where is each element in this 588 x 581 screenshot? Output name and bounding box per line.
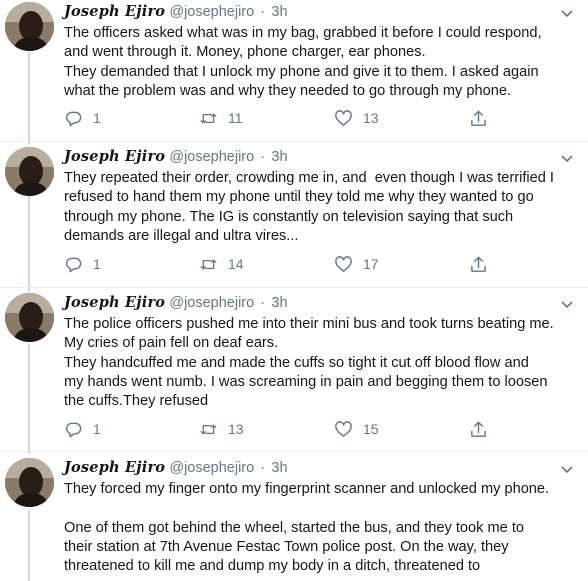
- retweet-count: 14: [228, 256, 244, 272]
- profile-photo: [5, 2, 54, 51]
- reply-icon: [65, 422, 82, 437]
- like-count: 17: [363, 256, 379, 272]
- reply-count: 1: [93, 110, 101, 126]
- tweet-header: Joseph Ejiro @josephejiro · 3h: [64, 293, 288, 313]
- retweet-button[interactable]: 11: [199, 108, 243, 128]
- user-handle[interactable]: @josephejiro: [169, 295, 254, 311]
- retweet-count: 13: [228, 421, 244, 437]
- like-count: 13: [363, 110, 379, 126]
- retweet-count: 11: [228, 110, 243, 126]
- tweet-text-content: The police officers pushed me into their…: [64, 316, 554, 410]
- timestamp[interactable]: 3h: [271, 295, 287, 311]
- share-button[interactable]: [469, 254, 488, 274]
- reply-button[interactable]: 1: [64, 254, 101, 274]
- retweet-icon: [200, 113, 217, 123]
- separator: ·: [260, 460, 266, 476]
- reply-button[interactable]: 1: [64, 108, 101, 128]
- tweet-text: The officers asked what was in my bag, g…: [64, 24, 579, 101]
- tweet[interactable]: Joseph Ejiro @josephejiro · 3h The polic…: [0, 293, 588, 445]
- tweet-text: They forced my finger onto my fingerprin…: [64, 480, 579, 576]
- tweet-text: They repeated their order, crowding me i…: [64, 169, 579, 246]
- heart-icon: [335, 420, 352, 437]
- tweet-divider: [0, 141, 588, 142]
- tweet-header: Joseph Ejiro @josephejiro · 3h: [64, 147, 288, 167]
- chevron-down-icon[interactable]: [560, 6, 574, 20]
- tweet-divider: [0, 287, 588, 288]
- reply-count: 1: [93, 421, 101, 437]
- tweet-divider: [0, 451, 588, 452]
- tweet-header: Joseph Ejiro @josephejiro · 3h: [64, 2, 288, 22]
- retweet-button[interactable]: 14: [199, 254, 244, 274]
- tweet-text-content: They repeated their order, crowding me i…: [64, 170, 554, 244]
- share-icon: [471, 110, 486, 126]
- tweet-header: Joseph Ejiro @josephejiro · 3h: [64, 458, 288, 478]
- tweet-text-content: They forced my finger onto my fingerprin…: [64, 481, 550, 575]
- tweet[interactable]: Joseph Ejiro @josephejiro · 3h They forc…: [0, 458, 588, 581]
- tweet[interactable]: Joseph Ejiro @josephejiro · 3h The offic…: [0, 2, 588, 136]
- share-icon: [471, 421, 486, 437]
- reply-icon: [65, 111, 82, 126]
- display-name[interactable]: Joseph Ejiro: [64, 459, 165, 476]
- timestamp[interactable]: 3h: [271, 4, 287, 20]
- share-icon: [471, 256, 486, 272]
- display-name[interactable]: Joseph Ejiro: [64, 3, 165, 20]
- user-handle[interactable]: @josephejiro: [169, 4, 254, 20]
- like-button[interactable]: 13: [334, 108, 379, 128]
- chevron-down-icon[interactable]: [560, 151, 574, 165]
- chevron-down-icon[interactable]: [560, 462, 574, 476]
- thread-line: [28, 510, 30, 581]
- like-button[interactable]: 17: [334, 254, 379, 274]
- chevron-down-icon[interactable]: [560, 297, 574, 311]
- timestamp[interactable]: 3h: [271, 460, 287, 476]
- tweet-text: The police officers pushed me into their…: [64, 315, 579, 411]
- retweet-icon: [200, 424, 217, 434]
- separator: ·: [260, 295, 266, 311]
- user-handle[interactable]: @josephejiro: [169, 460, 254, 476]
- tweet-actions: 1 14 17: [64, 254, 504, 274]
- tweet-text-content: The officers asked what was in my bag, g…: [64, 25, 542, 99]
- display-name[interactable]: Joseph Ejiro: [64, 148, 165, 165]
- user-handle[interactable]: @josephejiro: [169, 149, 254, 165]
- profile-photo: [5, 147, 54, 196]
- heart-icon: [335, 109, 352, 126]
- avatar[interactable]: [5, 2, 54, 51]
- share-button[interactable]: [469, 108, 488, 128]
- reply-count: 1: [93, 256, 101, 272]
- tweet[interactable]: Joseph Ejiro @josephejiro · 3h They repe…: [0, 147, 588, 281]
- reply-icon: [65, 257, 82, 272]
- profile-photo: [5, 293, 54, 342]
- tweet-actions: 1 11 13: [64, 108, 504, 128]
- separator: ·: [260, 149, 266, 165]
- heart-icon: [335, 255, 352, 272]
- display-name[interactable]: Joseph Ejiro: [64, 294, 165, 311]
- avatar[interactable]: [5, 458, 54, 507]
- avatar[interactable]: [5, 293, 54, 342]
- tweet-actions: 1 13 15: [64, 419, 504, 439]
- like-count: 15: [363, 421, 379, 437]
- timestamp[interactable]: 3h: [271, 149, 287, 165]
- separator: ·: [260, 4, 266, 20]
- retweet-icon: [200, 259, 217, 269]
- like-button[interactable]: 15: [334, 419, 379, 439]
- reply-button[interactable]: 1: [64, 419, 101, 439]
- retweet-button[interactable]: 13: [199, 419, 244, 439]
- profile-photo: [5, 458, 54, 507]
- share-button[interactable]: [469, 419, 488, 439]
- avatar[interactable]: [5, 147, 54, 196]
